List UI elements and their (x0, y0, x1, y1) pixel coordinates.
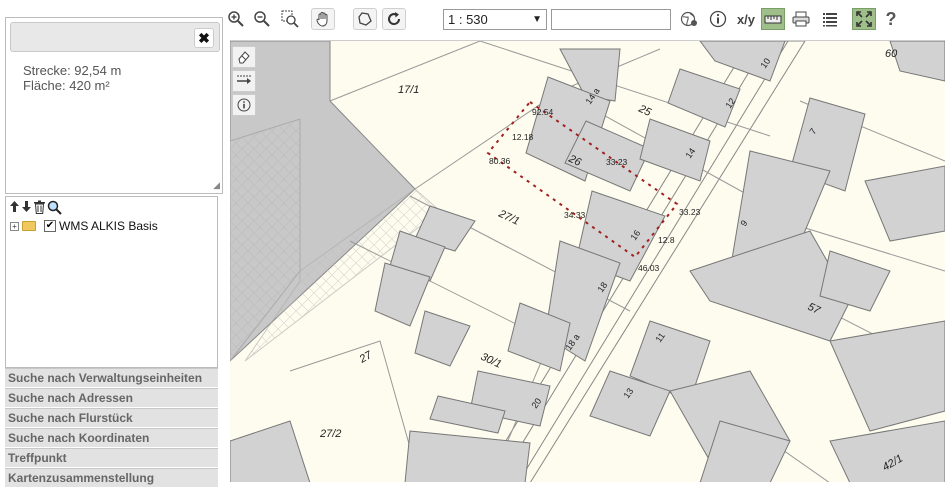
measurement-label: 12.8 (658, 235, 675, 245)
accordion-treffpunkt[interactable]: Treffpunkt (5, 448, 218, 468)
app-root: 1 : 530 ▼ x/y ? ✖ Strecke: 92,54 m Fläch… (0, 0, 945, 498)
parcel-label: 17/1 (398, 84, 419, 96)
ruler-icon[interactable] (761, 8, 785, 30)
globe-icon[interactable] (678, 8, 700, 30)
layer-checkbox[interactable]: ✔ (44, 220, 56, 232)
fullscreen-icon[interactable] (852, 8, 876, 30)
eraser-icon[interactable] (232, 46, 256, 68)
measurement-label: 33.23 (679, 207, 701, 217)
accordion-flurstueck[interactable]: Suche nach Flurstück (5, 408, 218, 428)
layer-panel: + ✔ WMS ALKIS Basis (5, 196, 218, 368)
measure-result: Strecke: 92,54 m Fläche: 420 m² (23, 63, 121, 93)
map-canvas[interactable]: 17/1 25 26 27/1 27 30/1 27/2 57 60 42/1 … (230, 40, 945, 482)
help-icon[interactable]: ? (880, 8, 902, 30)
move-up-icon[interactable] (9, 200, 20, 213)
measure-line-icon[interactable] (232, 70, 256, 92)
measurement-label: 92.54 (532, 107, 554, 117)
map-footer (230, 482, 945, 498)
list-icon[interactable] (819, 8, 841, 30)
resize-grip-icon[interactable]: ◢ (213, 180, 220, 191)
refresh-icon[interactable] (382, 8, 406, 30)
measurement-label: 46.03 (638, 263, 660, 273)
coordinates-button[interactable]: x/y (733, 8, 759, 30)
accordion-kartenzusammenstellung[interactable]: Kartenzusammenstellung (5, 468, 218, 488)
zoom-in-icon[interactable] (225, 8, 247, 30)
print-icon[interactable] (790, 8, 812, 30)
accordion-adressen[interactable]: Suche nach Adressen (5, 388, 218, 408)
move-down-icon[interactable] (21, 200, 32, 213)
xy-label: x/y (736, 11, 756, 27)
search-icon[interactable] (47, 200, 62, 215)
scale-value: 1 : 530 (448, 12, 488, 27)
expand-icon[interactable]: + (10, 221, 19, 231)
parcel-label: 27/2 (319, 428, 341, 440)
close-button[interactable]: ✖ (194, 28, 214, 48)
map-tools (232, 46, 256, 118)
measurement-label: 34.33 (564, 210, 586, 220)
map-background (230, 41, 945, 482)
info-icon[interactable] (232, 94, 256, 116)
parcel-label: 60 (885, 48, 898, 60)
measure-panel: ✖ Strecke: 92,54 m Fläche: 420 m² ◢ (5, 17, 223, 194)
trash-icon[interactable] (33, 200, 46, 214)
accordion-koordinaten[interactable]: Suche nach Koordinaten (5, 428, 218, 448)
layer-item: + ✔ WMS ALKIS Basis (10, 219, 158, 233)
measurement-label: 12.18 (512, 132, 534, 142)
zoom-box-icon[interactable] (279, 8, 301, 30)
chevron-down-icon: ▼ (532, 14, 542, 25)
layer-name: WMS ALKIS Basis (59, 219, 158, 233)
scale-select[interactable]: 1 : 530 ▼ (443, 9, 547, 30)
pan-hand-icon[interactable] (311, 8, 335, 30)
search-input[interactable] (551, 9, 671, 30)
accordion-verwaltungseinheiten[interactable]: Suche nach Verwaltungseinheiten (5, 368, 218, 388)
layer-toolbar (9, 200, 62, 215)
polygon-icon[interactable] (353, 8, 377, 30)
search-accordion: Suche nach Verwaltungseinheiten Suche na… (5, 368, 218, 488)
measurement-label: 80.36 (489, 156, 511, 166)
info-icon[interactable] (707, 8, 729, 30)
zoom-out-icon[interactable] (251, 8, 273, 30)
area-value: Fläche: 420 m² (23, 78, 110, 93)
measurement-label: 33.23 (606, 157, 628, 167)
distance-value: Strecke: 92,54 m (23, 63, 122, 78)
measure-header: ✖ (10, 22, 220, 52)
folder-icon (22, 221, 36, 231)
